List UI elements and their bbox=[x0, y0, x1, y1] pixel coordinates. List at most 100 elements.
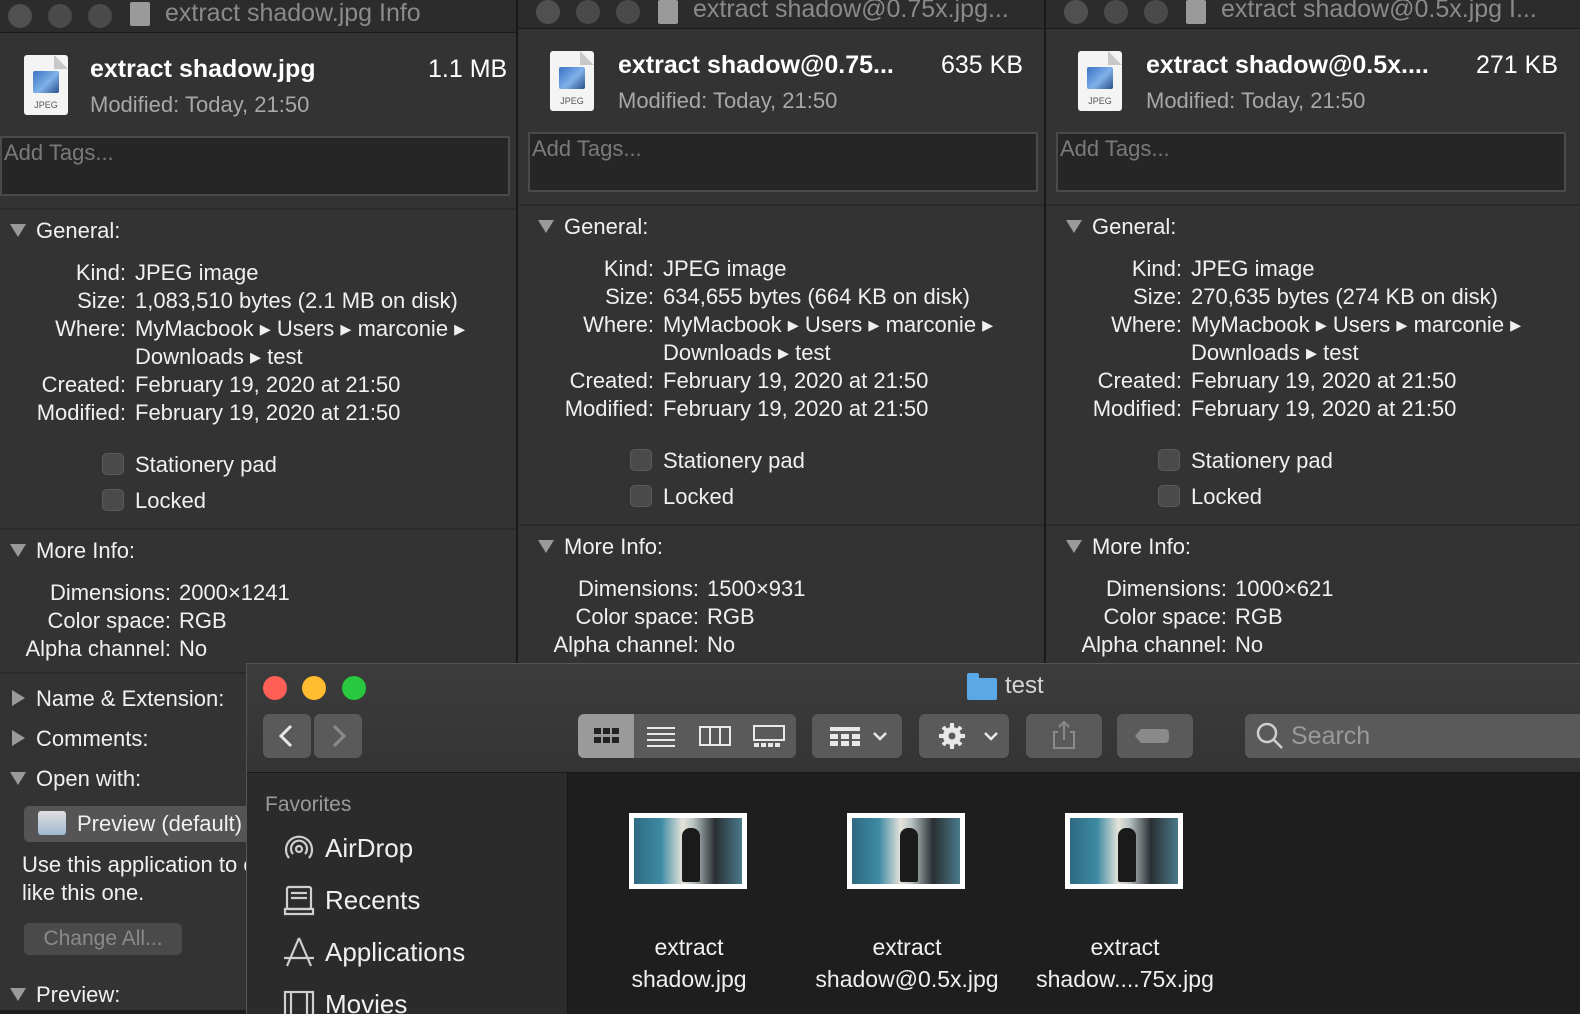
zoom-button[interactable] bbox=[342, 676, 366, 700]
modified-label: Modified: bbox=[36, 400, 126, 425]
locked-label: Locked bbox=[135, 488, 206, 513]
sidebar-item-recents[interactable]: Recents bbox=[279, 881, 559, 921]
created-value: February 19, 2020 at 21:50 bbox=[135, 372, 401, 397]
locked-checkbox[interactable] bbox=[102, 489, 124, 511]
minimize-button[interactable] bbox=[302, 676, 326, 700]
disclosure-triangle-icon[interactable] bbox=[538, 220, 554, 233]
where-value-cont: Downloads ▸ test bbox=[1191, 340, 1359, 365]
tags-field[interactable]: Add Tags... bbox=[1056, 132, 1566, 192]
close-button[interactable] bbox=[1064, 0, 1088, 24]
share-button[interactable] bbox=[1026, 714, 1102, 758]
file-size: 635 KB bbox=[941, 51, 1024, 79]
sidebar-item-applications[interactable]: Applications bbox=[279, 933, 559, 973]
stationery-pad-checkbox[interactable] bbox=[630, 449, 652, 471]
where-value: MyMacbook ▸ Users ▸ marconie ▸ bbox=[663, 312, 994, 337]
file-header: JPEG extract shadow@0.75... 635 KB Modif… bbox=[518, 29, 1044, 125]
created-label: Created: bbox=[41, 372, 126, 397]
file-item[interactable]: extract shadow....75x.jpg bbox=[1005, 813, 1245, 1013]
tag-icon bbox=[1135, 729, 1169, 743]
document-icon bbox=[658, 0, 678, 24]
section-preview[interactable]: Preview: bbox=[36, 982, 120, 1008]
file-name: extract shadow@0.5x.... bbox=[1146, 51, 1429, 79]
window-title: extract shadow.jpg Info bbox=[165, 0, 421, 27]
open-with-app: Preview (default) bbox=[77, 811, 243, 836]
window-title: extract shadow@0.5x.jpg I... bbox=[1221, 0, 1537, 23]
file-name: extract shadow@0.75... bbox=[618, 51, 894, 79]
close-button[interactable] bbox=[8, 4, 32, 28]
locked-checkbox[interactable] bbox=[1158, 485, 1180, 507]
dimensions-label: Dimensions: bbox=[1105, 576, 1227, 601]
column-view-button[interactable] bbox=[688, 714, 742, 758]
tags-field[interactable]: Add Tags... bbox=[528, 132, 1038, 192]
modified-value: February 19, 2020 at 21:50 bbox=[1191, 396, 1457, 421]
section-name-extension[interactable]: Name & Extension: bbox=[36, 686, 224, 712]
gallery-view-button[interactable] bbox=[742, 714, 796, 758]
minimize-button[interactable] bbox=[576, 0, 600, 24]
forward-button[interactable] bbox=[314, 714, 362, 758]
divider bbox=[0, 528, 516, 530]
share-icon bbox=[1053, 720, 1075, 749]
minimize-button[interactable] bbox=[48, 4, 72, 28]
section-more-info[interactable]: More Info: bbox=[36, 538, 135, 564]
disclosure-triangle-icon[interactable] bbox=[1066, 540, 1082, 553]
section-comments[interactable]: Comments: bbox=[36, 726, 148, 752]
action-button[interactable] bbox=[919, 714, 1009, 758]
tags-field[interactable]: Add Tags... bbox=[0, 136, 510, 196]
locked-checkbox[interactable] bbox=[630, 485, 652, 507]
size-value: 1,083,510 bytes (2.1 MB on disk) bbox=[135, 288, 458, 313]
disclosure-triangle-icon[interactable] bbox=[10, 544, 26, 557]
zoom-button[interactable] bbox=[616, 0, 640, 24]
size-value: 270,635 bytes (274 KB on disk) bbox=[1191, 284, 1498, 309]
size-label: Size: bbox=[605, 284, 654, 309]
dimensions-value: 1000×621 bbox=[1235, 576, 1334, 601]
section-open-with[interactable]: Open with: bbox=[36, 766, 141, 792]
list-view-button[interactable] bbox=[634, 714, 688, 758]
size-label: Size: bbox=[1133, 284, 1182, 309]
file-item[interactable]: extract shadow@0.5x.jpg bbox=[787, 813, 1027, 1013]
alpha-channel-label: Alpha channel: bbox=[25, 636, 171, 661]
tags-button[interactable] bbox=[1117, 714, 1193, 758]
zoom-button[interactable] bbox=[88, 4, 112, 28]
color-space-value: RGB bbox=[179, 608, 227, 633]
stationery-pad-checkbox[interactable] bbox=[1158, 449, 1180, 471]
modified-value: February 19, 2020 at 21:50 bbox=[135, 400, 401, 425]
icon-view-button[interactable] bbox=[578, 714, 634, 758]
section-general[interactable]: General: bbox=[1092, 214, 1176, 240]
disclosure-triangle-icon[interactable] bbox=[10, 772, 26, 785]
section-more-info[interactable]: More Info: bbox=[564, 534, 663, 560]
kind-value: JPEG image bbox=[135, 260, 259, 285]
section-general[interactable]: General: bbox=[36, 218, 120, 244]
stationery-pad-label: Stationery pad bbox=[663, 448, 805, 473]
disclosure-triangle-icon[interactable] bbox=[12, 730, 25, 746]
file-item[interactable]: extract shadow.jpg bbox=[569, 813, 809, 1013]
icon-view-icon bbox=[594, 728, 619, 743]
stationery-pad-label: Stationery pad bbox=[1191, 448, 1333, 473]
zoom-button[interactable] bbox=[1144, 0, 1168, 24]
sidebar-item-airdrop[interactable]: AirDrop bbox=[279, 829, 559, 869]
close-button[interactable] bbox=[536, 0, 560, 24]
list-view-icon bbox=[647, 727, 675, 747]
change-all-button[interactable]: Change All... bbox=[24, 923, 182, 955]
search-placeholder: Search bbox=[1291, 722, 1371, 750]
search-input[interactable]: Search bbox=[1245, 714, 1580, 758]
section-more-info[interactable]: More Info: bbox=[1092, 534, 1191, 560]
color-space-value: RGB bbox=[707, 604, 755, 629]
section-general[interactable]: General: bbox=[564, 214, 648, 240]
created-value: February 19, 2020 at 21:50 bbox=[663, 368, 929, 393]
disclosure-triangle-icon[interactable] bbox=[1066, 220, 1082, 233]
divider bbox=[1046, 204, 1580, 206]
folder-icon bbox=[967, 673, 997, 700]
minimize-button[interactable] bbox=[1104, 0, 1128, 24]
sidebar-heading-favorites: Favorites bbox=[265, 793, 352, 816]
disclosure-triangle-icon[interactable] bbox=[10, 988, 26, 1001]
dimensions-label: Dimensions: bbox=[49, 580, 171, 605]
group-by-button[interactable] bbox=[812, 714, 902, 758]
disclosure-triangle-icon[interactable] bbox=[10, 224, 26, 237]
modified-summary: Modified: Today, 21:50 bbox=[90, 92, 310, 117]
divider bbox=[0, 208, 516, 210]
disclosure-triangle-icon[interactable] bbox=[538, 540, 554, 553]
disclosure-triangle-icon[interactable] bbox=[12, 690, 25, 706]
close-button[interactable] bbox=[263, 676, 287, 700]
back-button[interactable] bbox=[263, 714, 311, 758]
stationery-pad-checkbox[interactable] bbox=[102, 453, 124, 475]
